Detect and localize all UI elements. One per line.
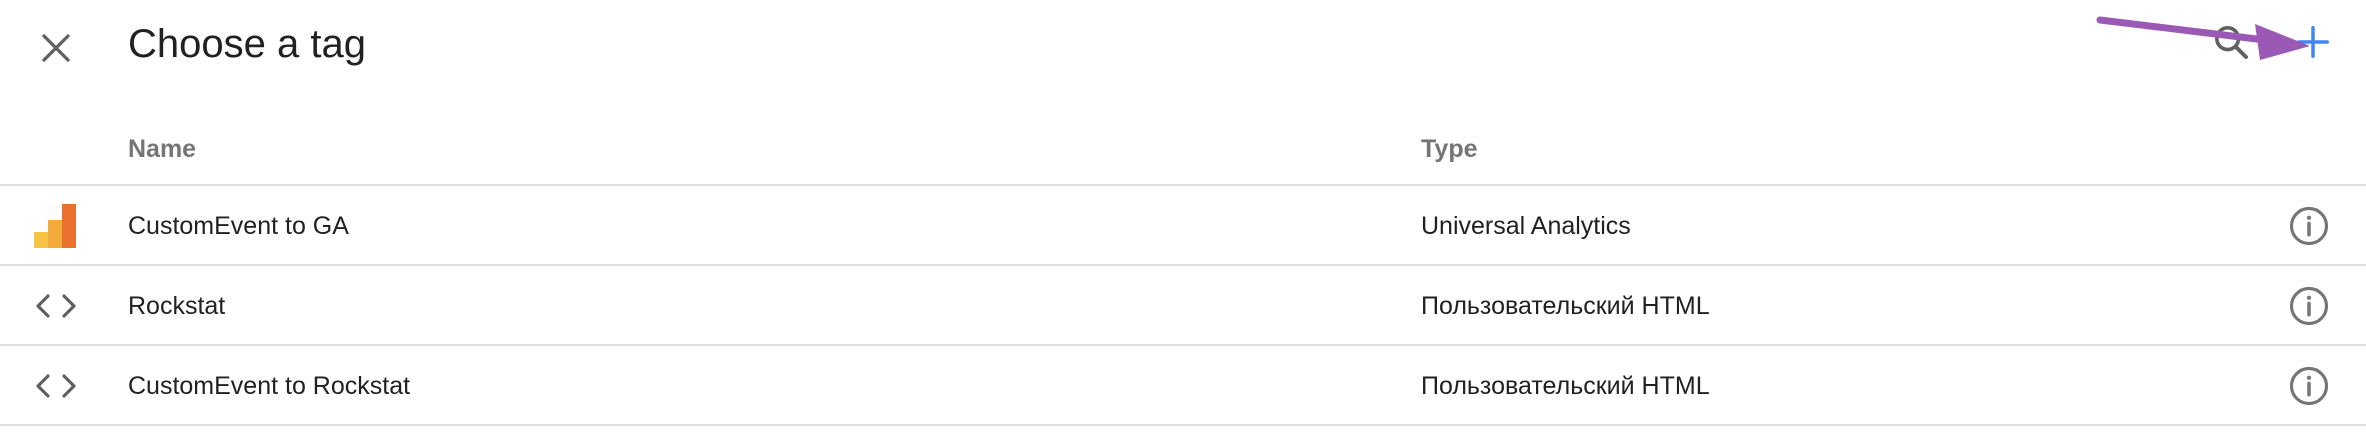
info-icon bbox=[2289, 286, 2329, 326]
column-header-type: Type bbox=[1421, 135, 1478, 163]
add-tag-button[interactable] bbox=[2285, 14, 2341, 70]
choose-tag-dialog: Choose a tag Name Type CustomEvent to GA… bbox=[0, 0, 2366, 440]
tag-type: Пользовательский HTML bbox=[1421, 372, 1710, 400]
search-icon bbox=[2215, 26, 2248, 59]
code-icon bbox=[28, 362, 84, 410]
search-button[interactable] bbox=[2203, 14, 2259, 70]
table-header: Name Type bbox=[0, 106, 2366, 186]
table-row[interactable]: CustomEvent to Rockstat Пользовательский… bbox=[0, 346, 2366, 426]
table-row[interactable]: CustomEvent to GA Universal Analytics bbox=[0, 186, 2366, 266]
code-icon bbox=[28, 282, 84, 330]
info-icon bbox=[2289, 206, 2329, 246]
info-button[interactable] bbox=[2287, 284, 2331, 328]
info-icon bbox=[2289, 366, 2329, 406]
tag-name: CustomEvent to Rockstat bbox=[128, 372, 411, 400]
close-button[interactable] bbox=[26, 18, 86, 78]
analytics-icon bbox=[28, 202, 84, 250]
table-row[interactable]: Rockstat Пользовательский HTML bbox=[0, 266, 2366, 346]
close-icon bbox=[42, 34, 70, 62]
info-button[interactable] bbox=[2287, 204, 2331, 248]
dialog-header: Choose a tag bbox=[0, 0, 2366, 90]
tag-name: CustomEvent to GA bbox=[128, 212, 349, 240]
tag-type: Universal Analytics bbox=[1421, 212, 1631, 240]
tag-type: Пользовательский HTML bbox=[1421, 292, 1710, 320]
column-header-name: Name bbox=[128, 135, 197, 163]
info-button[interactable] bbox=[2287, 364, 2331, 408]
plus-icon bbox=[2297, 26, 2329, 58]
tag-name: Rockstat bbox=[128, 292, 226, 320]
page-title: Choose a tag bbox=[128, 22, 366, 66]
tag-table: Name Type CustomEvent to GA Universal An… bbox=[0, 106, 2366, 426]
